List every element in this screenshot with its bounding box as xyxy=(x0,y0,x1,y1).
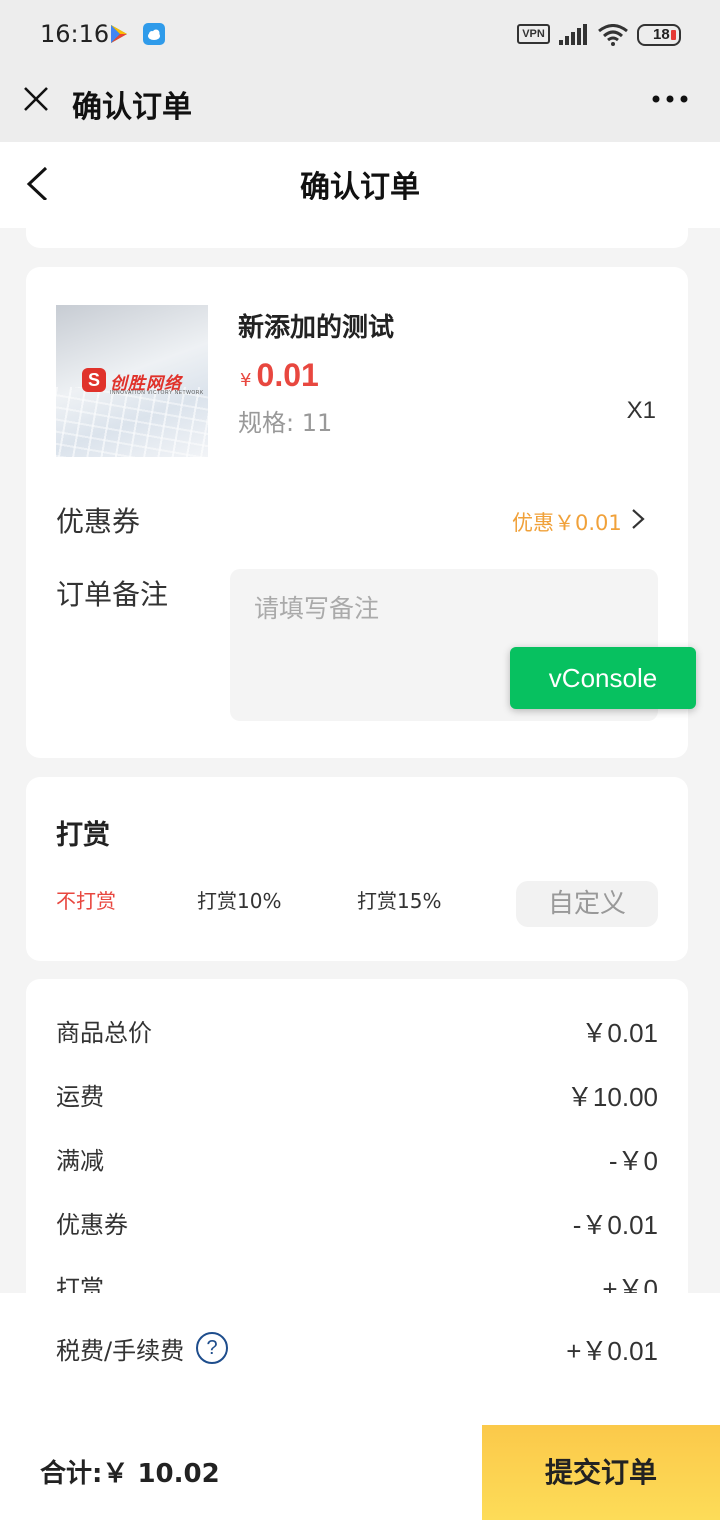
product-name: 新添加的测试 xyxy=(238,313,395,343)
address-card xyxy=(26,200,688,248)
more-icon[interactable] xyxy=(650,92,690,106)
summary-value: ￥0.01 xyxy=(581,1018,658,1048)
wifi-icon xyxy=(598,24,628,46)
status-bar: 16:16 VPN 18 xyxy=(0,0,720,68)
coupon-label: 优惠券 xyxy=(56,505,141,538)
tip-card: 打赏 不打赏 打赏10% 打赏15% 自定义 xyxy=(26,777,688,961)
summary-label: 优惠券 xyxy=(56,1211,128,1239)
submit-order-button[interactable]: 提交订单 xyxy=(482,1425,720,1520)
coupon-value[interactable]: 优惠￥0.01 xyxy=(512,507,622,537)
tip-option-15[interactable]: 打赏15% xyxy=(357,885,441,914)
summary-value: ￥10.00 xyxy=(566,1082,658,1112)
brand-logo-subtext: INNOVATION VICTORY NETWORK xyxy=(110,390,204,396)
vpn-icon: VPN xyxy=(517,24,550,44)
product-price: ¥ 0.01 xyxy=(240,357,319,394)
tip-option-10[interactable]: 打赏10% xyxy=(197,885,281,914)
order-total: 合计:￥ 10.02 xyxy=(40,1459,220,1489)
status-time: 16:16 xyxy=(40,20,110,48)
summary-label: 运费 xyxy=(56,1083,104,1111)
battery-icon: 18 xyxy=(637,24,681,46)
summary-row-subtotal: 商品总价 ￥0.01 xyxy=(56,1013,658,1053)
thumbnail-grid-pattern xyxy=(56,387,208,457)
brand-logo-icon: S xyxy=(82,368,106,392)
vconsole-button[interactable]: vConsole xyxy=(510,647,696,709)
chevron-right-icon[interactable] xyxy=(630,508,646,530)
checkout-bar: 合计:￥ 10.02 提交订单 xyxy=(0,1425,720,1520)
summary-value: +￥0.01 xyxy=(566,1336,658,1366)
help-icon[interactable]: ? xyxy=(196,1332,229,1364)
summary-label: 税费/手续费? xyxy=(56,1331,229,1368)
close-icon[interactable] xyxy=(22,85,50,113)
product-quantity: X1 xyxy=(626,397,656,424)
summary-value: -￥0.01 xyxy=(572,1210,658,1240)
remark-label: 订单备注 xyxy=(56,578,169,611)
summary-row-discount: 满减 -￥0 xyxy=(56,1141,658,1181)
signal-icon xyxy=(559,24,587,45)
summary-value: -￥0 xyxy=(608,1146,658,1176)
cloud-app-icon xyxy=(143,23,165,45)
wechat-title: 确认订单 xyxy=(72,90,192,125)
price-value: 0.01 xyxy=(256,357,319,393)
wechat-title-bar: 确认订单 xyxy=(0,68,720,142)
summary-row-coupon: 优惠券 -￥0.01 xyxy=(56,1205,658,1245)
tax-label-text: 税费/手续费 xyxy=(56,1337,185,1365)
tip-title: 打赏 xyxy=(56,820,110,851)
summary-row-tax: 税费/手续费? +￥0.01 xyxy=(56,1331,658,1371)
summary-row-shipping: 运费 ￥10.00 xyxy=(56,1077,658,1117)
product-thumbnail: S 创胜网络 INNOVATION VICTORY NETWORK xyxy=(56,305,208,457)
price-symbol: ¥ xyxy=(240,370,252,391)
play-store-icon xyxy=(111,25,127,43)
tip-option-none[interactable]: 不打赏 xyxy=(56,885,116,914)
tip-custom-button[interactable]: 自定义 xyxy=(516,881,658,927)
summary-label: 满减 xyxy=(56,1147,104,1175)
summary-label: 商品总价 xyxy=(56,1019,152,1047)
product-spec: 规格: 11 xyxy=(238,409,333,437)
